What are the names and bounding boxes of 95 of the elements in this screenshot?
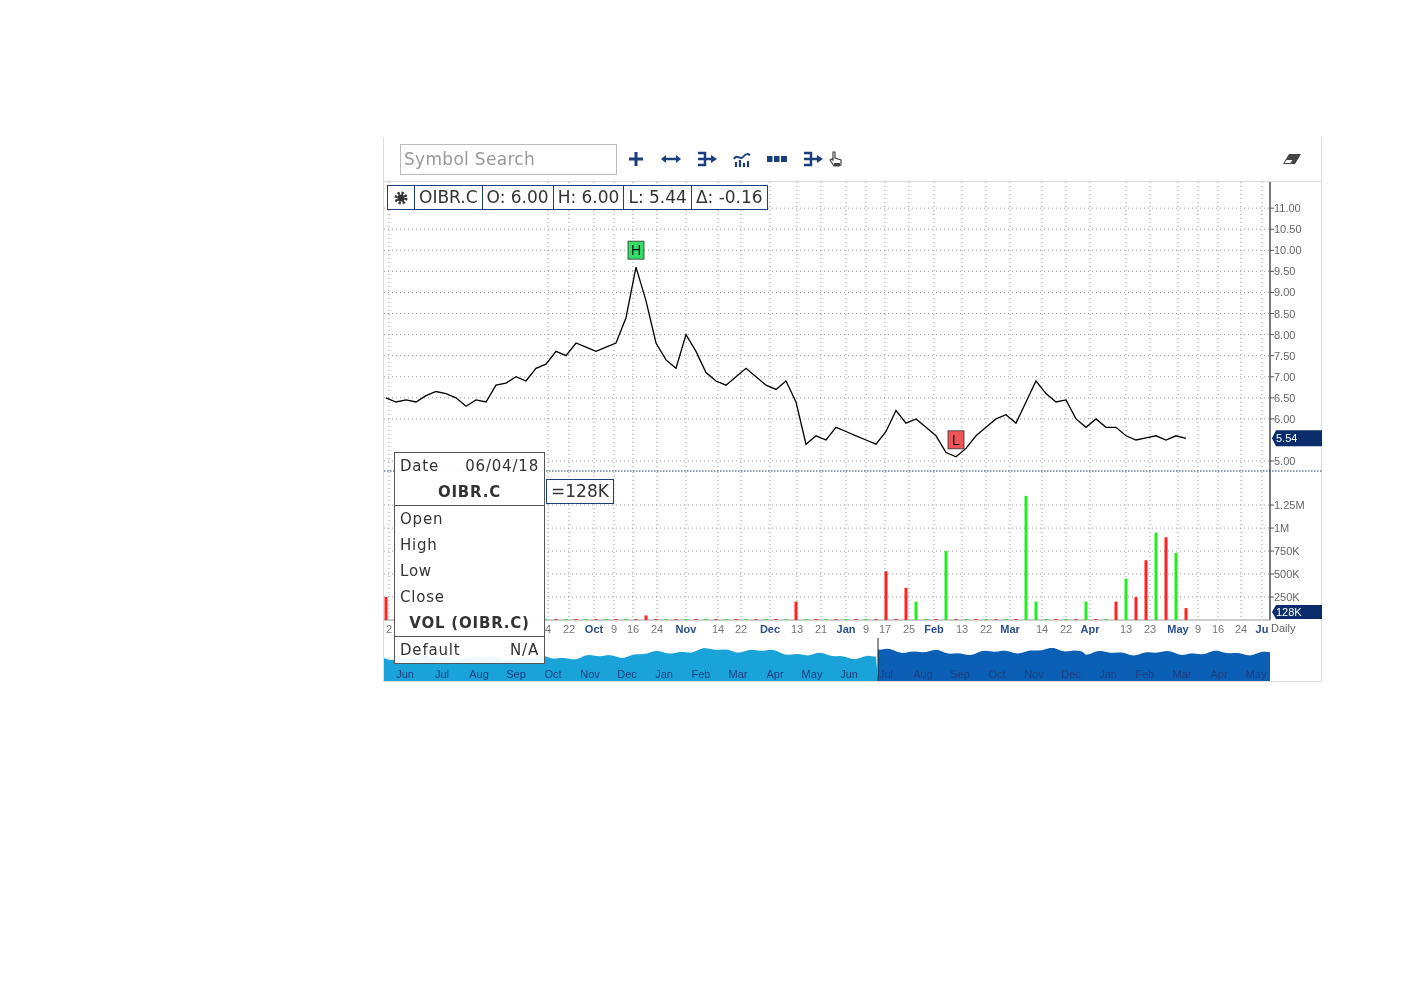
- y-tick-label: 6.00: [1274, 412, 1296, 425]
- y-tick-label: 9.00: [1274, 286, 1296, 299]
- date-label: 16: [626, 623, 640, 635]
- date-label: Feb: [924, 623, 944, 635]
- axis-label: 750K: [1269, 545, 1300, 558]
- y-tick-label: 9.50: [1274, 265, 1296, 278]
- date-label: Date: [400, 457, 440, 475]
- axis-label: 10.00: [1269, 244, 1302, 257]
- add-icon[interactable]: [627, 150, 645, 168]
- date-label: Ju: [1255, 623, 1269, 635]
- y-tick-label: 500K: [1274, 568, 1301, 581]
- date-label: 14: [711, 623, 725, 635]
- y-tick-label: 8.00: [1274, 328, 1296, 341]
- date-label: 23: [1143, 623, 1157, 635]
- bracket-arrow-icon[interactable]: [697, 151, 717, 167]
- axis-label: 1M: [1269, 522, 1290, 535]
- y-tick-label: 11.00: [1274, 202, 1301, 215]
- volume-tag: 128K: [1272, 605, 1322, 620]
- axis-label: 1.25M: [1269, 499, 1305, 512]
- date-label: Oct: [584, 623, 604, 635]
- symbol-heading: OIBR.C: [437, 483, 502, 501]
- y-tick-label: 7.50: [1274, 349, 1296, 362]
- interval-label: Daily: [1271, 622, 1296, 634]
- y-tick-label: 1M: [1274, 522, 1290, 535]
- date-label: 25: [902, 623, 916, 635]
- date-label: Mar: [1000, 623, 1020, 635]
- eraser-icon[interactable]: [1283, 153, 1301, 165]
- date-label: 22: [1059, 623, 1073, 635]
- date-label: Jan: [836, 623, 856, 635]
- y-tick-label: 750K: [1274, 545, 1301, 558]
- date-label: 9: [862, 623, 870, 635]
- volume-value: =128K: [546, 479, 614, 504]
- dots-icon[interactable]: [767, 156, 787, 162]
- symbol-search-field[interactable]: Symbol Search: [400, 143, 617, 175]
- change-value: Δ: -0.16: [690, 185, 768, 210]
- axis-label: 6.00: [1269, 412, 1296, 425]
- settings-icon[interactable]: [387, 185, 415, 210]
- hand-pointer-icon[interactable]: [829, 151, 843, 167]
- date-label: 13: [955, 623, 969, 635]
- price-marker: H: [627, 240, 645, 260]
- date-label: 9: [1194, 623, 1202, 635]
- date-label: 16: [1211, 623, 1225, 635]
- y-tick-label: 8.50: [1274, 307, 1296, 320]
- date-label: 24: [650, 623, 664, 635]
- date-label: 13: [1119, 623, 1133, 635]
- horizontal-arrows-icon[interactable]: [661, 154, 681, 164]
- axis-label: 10.50: [1269, 223, 1302, 236]
- default-value: N/A: [510, 641, 539, 659]
- price-tag: 5.54: [1272, 430, 1322, 447]
- date-label: 22: [562, 623, 576, 635]
- axis-label: 5.00: [1269, 455, 1296, 468]
- axis-label: 7.00: [1269, 370, 1296, 383]
- date-label: May: [1167, 623, 1189, 635]
- y-tick-label: 10.00: [1274, 244, 1302, 257]
- date-label: 21: [814, 623, 828, 635]
- open-value: O: 6.00: [481, 185, 554, 210]
- axis-label: 8.50: [1269, 307, 1296, 320]
- date-label: 17: [878, 623, 892, 635]
- axis-label: 250K: [1269, 591, 1300, 603]
- field-label: Close: [400, 588, 445, 606]
- y-tick-label: 7.00: [1274, 370, 1296, 383]
- date-label: Dec: [759, 623, 781, 635]
- high-value: H: 6.00: [552, 185, 625, 210]
- axis-label: 7.50: [1269, 349, 1296, 362]
- date-label: Nov: [675, 623, 697, 635]
- symbol-label: OIBR.C: [414, 185, 483, 210]
- y-tick-label: 10.50: [1274, 223, 1302, 236]
- date-label: 14: [1035, 623, 1049, 635]
- date-label: 13: [790, 623, 804, 635]
- axis-label: 9.50: [1269, 265, 1296, 278]
- date-label: 22: [734, 623, 748, 635]
- y-tick-label: 6.50: [1274, 391, 1296, 404]
- axis-label: 9.00: [1269, 286, 1296, 299]
- date-label: 22: [979, 623, 993, 635]
- date-label: Apr: [1080, 623, 1100, 635]
- axis-label: 11.00: [1269, 202, 1301, 215]
- field-label: Open: [400, 510, 444, 528]
- date-label: 9: [610, 623, 618, 635]
- study-heading: VOL (OIBR.C): [409, 614, 530, 632]
- price-marker: L: [947, 430, 965, 450]
- y-tick-label: 5.00: [1274, 455, 1296, 468]
- chart-study-icon[interactable]: [733, 151, 751, 167]
- axis-label: 6.50: [1269, 391, 1296, 404]
- field-label: High: [400, 536, 438, 554]
- default-label: Default: [400, 641, 461, 659]
- y-tick-label: 250K: [1274, 591, 1301, 604]
- bracket-arrow-icon[interactable]: [803, 151, 823, 167]
- date-label: 24: [1234, 623, 1248, 635]
- date-value: 06/04/18: [465, 457, 539, 475]
- field-label: Low: [400, 562, 432, 580]
- low-value: L: 5.44: [623, 185, 692, 210]
- axis-label: 500K: [1269, 568, 1300, 581]
- date-label: 4: [544, 623, 552, 635]
- axis-label: 8.00: [1269, 328, 1296, 341]
- date-label: 2: [385, 623, 393, 635]
